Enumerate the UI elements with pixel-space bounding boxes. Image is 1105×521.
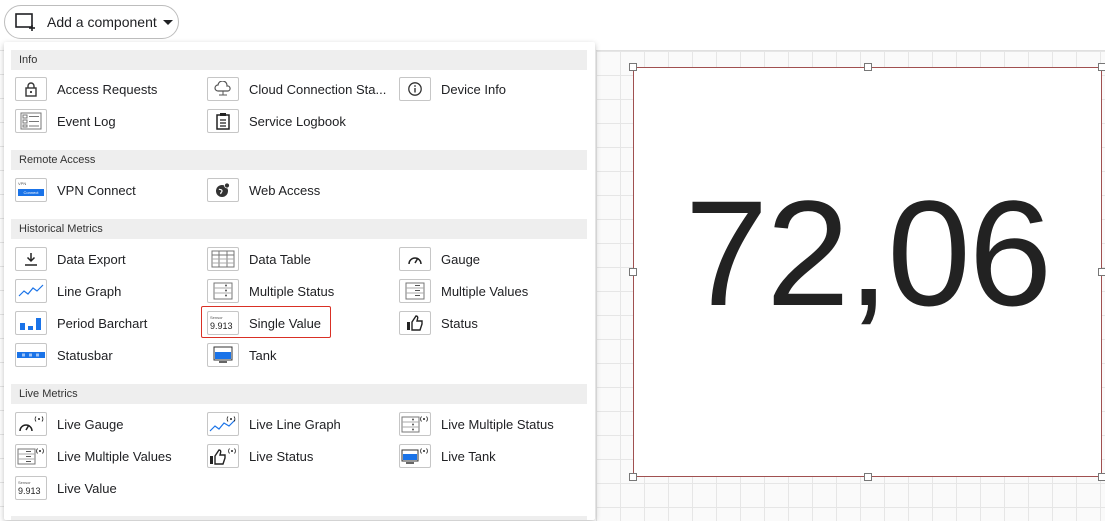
section-header-info: Info	[11, 50, 587, 70]
resize-handle-top[interactable]	[864, 63, 872, 71]
section-header-live-metrics: Live Metrics	[11, 384, 587, 404]
gauge-icon	[399, 247, 431, 271]
menu-item-event-log[interactable]: Event Log	[15, 108, 116, 134]
thumbs-up-icon	[399, 311, 431, 335]
bar-chart-icon	[15, 311, 47, 335]
live-thumbs-up-icon	[207, 444, 239, 468]
menu-item-data-export[interactable]: Data Export	[15, 246, 126, 272]
menu-item-multiple-status[interactable]: Multiple Status	[207, 278, 334, 304]
menu-item-live-tank[interactable]: Live Tank	[399, 443, 496, 469]
menu-item-status[interactable]: Status	[399, 310, 478, 336]
menu-item-period-barchart[interactable]: Period Barchart	[15, 310, 147, 336]
globe-icon	[207, 178, 239, 202]
resize-handle-left[interactable]	[629, 268, 637, 276]
live-multiple-status-icon	[399, 412, 431, 436]
live-multiple-values-icon	[15, 444, 47, 468]
live-tank-icon	[399, 444, 431, 468]
single-value-widget[interactable]: 72,06	[633, 67, 1102, 477]
table-icon	[207, 247, 239, 271]
selection-highlight	[201, 306, 331, 338]
section-header-historical-metrics: Historical Metrics	[11, 219, 587, 239]
section-header-next	[11, 516, 587, 520]
statusbar-icon	[15, 343, 47, 367]
menu-item-access-requests[interactable]: Access Requests	[15, 76, 157, 102]
lock-icon	[15, 77, 47, 101]
add-component-label: Add a component	[47, 14, 157, 30]
multiple-values-icon	[399, 279, 431, 303]
section-header-remote-access: Remote Access	[11, 150, 587, 170]
add-component-button[interactable]: Add a component	[4, 5, 179, 39]
component-menu: Info Access Requests Cloud Connection St…	[4, 42, 595, 520]
line-graph-icon	[15, 279, 47, 303]
add-component-icon	[15, 13, 35, 31]
resize-handle-bottom-left[interactable]	[629, 473, 637, 481]
live-value-icon: Sensor 9.913	[15, 476, 47, 500]
live-line-graph-icon	[207, 412, 239, 436]
menu-item-service-logbook[interactable]: Service Logbook	[207, 108, 346, 134]
menu-item-vpn-connect[interactable]: VPN Connect VPN Connect	[15, 177, 136, 203]
menu-item-line-graph[interactable]: Line Graph	[15, 278, 121, 304]
menu-item-data-table[interactable]: Data Table	[207, 246, 311, 272]
event-log-icon	[15, 109, 47, 133]
menu-item-device-info[interactable]: Device Info	[399, 76, 506, 102]
menu-item-multiple-values[interactable]: Multiple Values	[399, 278, 528, 304]
live-gauge-icon	[15, 412, 47, 436]
resize-handle-right[interactable]	[1098, 268, 1105, 276]
menu-item-live-multiple-status[interactable]: Live Multiple Status	[399, 411, 554, 437]
menu-item-live-gauge[interactable]: Live Gauge	[15, 411, 124, 437]
download-icon	[15, 247, 47, 271]
menu-item-live-status[interactable]: Live Status	[207, 443, 313, 469]
resize-handle-top-right[interactable]	[1098, 63, 1105, 71]
multiple-status-icon	[207, 279, 239, 303]
cloud-icon	[207, 77, 239, 101]
menu-item-cloud-connection-status[interactable]: Cloud Connection Sta...	[207, 76, 386, 102]
menu-item-statusbar[interactable]: Statusbar	[15, 342, 113, 368]
widget-value: 72,06	[684, 169, 1052, 337]
menu-item-tank[interactable]: Tank	[207, 342, 276, 368]
menu-item-live-value[interactable]: Sensor 9.913 Live Value	[15, 475, 117, 501]
tank-icon	[207, 343, 239, 367]
menu-item-live-line-graph[interactable]: Live Line Graph	[207, 411, 341, 437]
menu-item-live-multiple-values[interactable]: Live Multiple Values	[15, 443, 172, 469]
menu-item-web-access[interactable]: Web Access	[207, 177, 320, 203]
info-icon	[399, 77, 431, 101]
clipboard-icon	[207, 109, 239, 133]
resize-handle-bottom[interactable]	[864, 473, 872, 481]
vpn-connect-icon: VPN Connect	[15, 178, 47, 202]
resize-handle-bottom-right[interactable]	[1098, 473, 1105, 481]
menu-item-gauge[interactable]: Gauge	[399, 246, 480, 272]
chevron-down-icon	[162, 19, 173, 25]
resize-handle-top-left[interactable]	[629, 63, 637, 71]
